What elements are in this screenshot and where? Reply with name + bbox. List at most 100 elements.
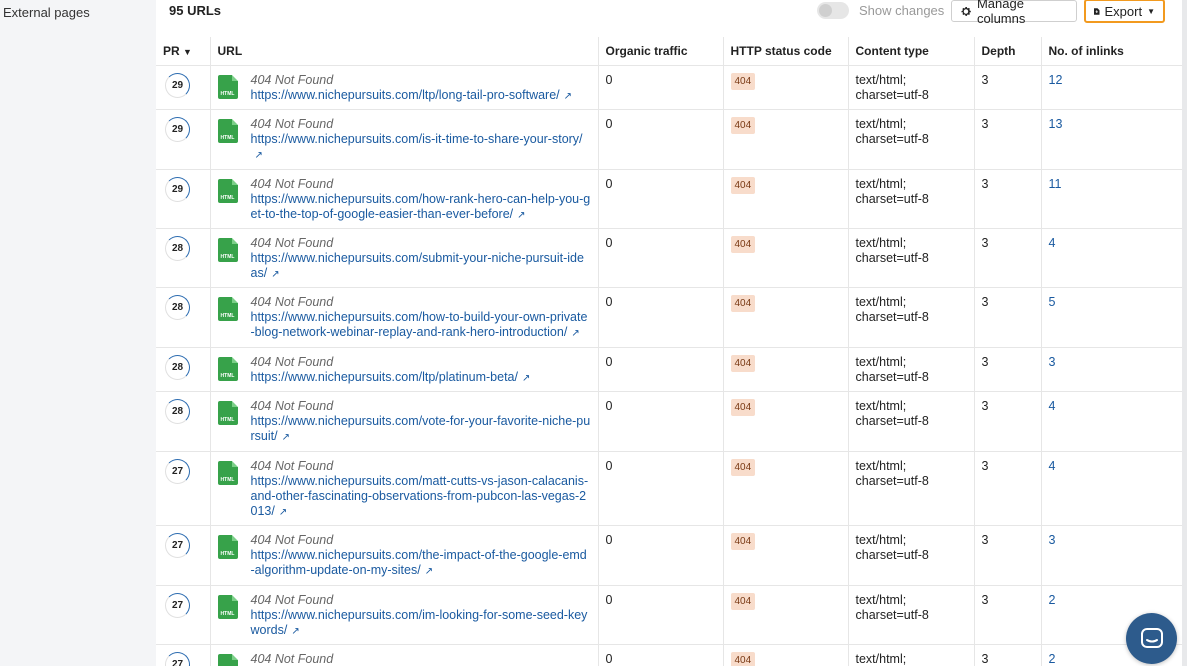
- page-title: 404 Not Found: [250, 458, 334, 473]
- url-link[interactable]: https://www.nichepursuits.com/submit-you…: [251, 251, 584, 280]
- content-type-cell: text/html; charset=utf-8: [848, 585, 975, 645]
- column-header-inlinks[interactable]: No. of inlinks: [1041, 37, 1182, 66]
- page-title: 404 Not Found: [250, 116, 334, 131]
- status-cell: 404: [723, 525, 849, 586]
- content-type-cell: text/html;: [848, 644, 975, 666]
- external-link-icon[interactable]: ↗: [517, 210, 525, 221]
- sidebar-item-external-pages[interactable]: External pages: [3, 5, 90, 20]
- url-cell: HTML 404 Not Found https://www.nichepursui…: [210, 109, 599, 170]
- status-badge: 404: [730, 458, 756, 476]
- html-file-icon: HTML: [217, 118, 238, 143]
- page-title: 404 Not Found: [250, 354, 334, 369]
- url-cell: HTML 404 Not Found https://www.nichepursui…: [210, 585, 599, 645]
- page-title: 404 Not Found: [250, 294, 334, 309]
- pr-badge: 27: [165, 651, 190, 666]
- inlinks-link[interactable]: 13: [1049, 117, 1063, 131]
- external-link-icon[interactable]: ↗: [522, 373, 530, 384]
- pr-badge: 29: [165, 116, 190, 142]
- inlinks-cell: 13: [1041, 109, 1182, 170]
- inlinks-link[interactable]: 2: [1049, 652, 1056, 666]
- content-type-cell: text/html; charset=utf-8: [848, 391, 975, 452]
- url-link[interactable]: https://www.nichepursuits.com/ltp/long-t…: [251, 88, 560, 102]
- status-badge: 404: [730, 592, 756, 610]
- table-header-row: PR ▼ URL Organic traffic HTTP status cod…: [156, 37, 1182, 66]
- content-type-cell: text/html; charset=utf-8: [848, 287, 975, 348]
- table-row: 28 HTML 404 Not Found https://www.nichepurs…: [156, 287, 1182, 348]
- url-link[interactable]: https://www.nichepursuits.com/how-rank-h…: [251, 192, 591, 221]
- table-row: 27 HTML 404 Not Found 0 404 text/html;32: [156, 644, 1182, 666]
- content-type-cell: text/html; charset=utf-8: [848, 228, 975, 288]
- pr-cell: 29: [156, 109, 211, 170]
- url-link[interactable]: https://www.nichepursuits.com/vote-for-y…: [251, 414, 591, 443]
- external-link-icon[interactable]: ↗: [571, 328, 579, 339]
- inlinks-link[interactable]: 3: [1049, 355, 1056, 369]
- chat-icon: [1140, 627, 1163, 648]
- scrollbar[interactable]: [1182, 0, 1187, 666]
- depth-cell: 3: [974, 169, 1042, 229]
- column-header-organic-traffic[interactable]: Organic traffic: [598, 37, 724, 66]
- column-header-depth[interactable]: Depth: [974, 37, 1042, 66]
- manage-columns-button[interactable]: Manage columns: [951, 0, 1077, 26]
- show-changes-label: Show changes: [859, 3, 945, 18]
- chat-widget-button[interactable]: [1126, 613, 1177, 664]
- inlinks-link[interactable]: 4: [1049, 236, 1056, 250]
- column-header-url[interactable]: URL: [210, 37, 599, 66]
- pr-cell: 27: [156, 451, 211, 526]
- depth-cell: 3: [974, 585, 1042, 645]
- inlinks-link[interactable]: 12: [1049, 73, 1063, 87]
- external-link-icon[interactable]: ↗: [279, 507, 287, 518]
- html-file-icon: HTML: [217, 237, 238, 262]
- external-link-icon[interactable]: ↗: [425, 566, 433, 577]
- html-file-icon: HTML: [217, 653, 238, 666]
- page-title: 404 Not Found: [250, 651, 334, 666]
- pr-cell: 27: [156, 525, 211, 586]
- url-link[interactable]: https://www.nichepursuits.com/the-impact…: [251, 548, 587, 577]
- external-link-icon[interactable]: ↗: [291, 626, 299, 637]
- url-cell: HTML 404 Not Found https://www.nichepursui…: [210, 347, 599, 392]
- pr-badge: 28: [165, 398, 190, 424]
- status-badge: 404: [730, 176, 756, 194]
- toggle-knob: [819, 4, 832, 17]
- show-changes-toggle[interactable]: [817, 2, 849, 19]
- depth-cell: 3: [974, 391, 1042, 452]
- url-link[interactable]: https://www.nichepursuits.com/how-to-bui…: [251, 310, 588, 339]
- page-title: 404 Not Found: [250, 592, 334, 607]
- column-header-http-status[interactable]: HTTP status code: [723, 37, 849, 66]
- status-cell: 404: [723, 644, 849, 666]
- page-title: 404 Not Found: [250, 176, 334, 191]
- content-type-cell: text/html; charset=utf-8: [848, 525, 975, 586]
- url-cell: HTML 404 Not Found https://www.nichepursui…: [210, 287, 599, 348]
- depth-cell: 3: [974, 109, 1042, 170]
- inlinks-cell: 4: [1041, 391, 1182, 452]
- inlinks-link[interactable]: 3: [1049, 533, 1056, 547]
- inlinks-link[interactable]: 2: [1049, 593, 1056, 607]
- column-header-content-type[interactable]: Content type: [848, 37, 975, 66]
- organic-traffic-cell: 0: [598, 644, 724, 666]
- url-link[interactable]: https://www.nichepursuits.com/is-it-time…: [251, 132, 583, 146]
- external-link-icon[interactable]: ↗: [255, 150, 263, 161]
- manage-columns-label: Manage columns: [976, 0, 1026, 26]
- inlinks-link[interactable]: 4: [1049, 399, 1056, 413]
- column-header-pr[interactable]: PR ▼: [156, 37, 211, 66]
- html-file-icon: HTML: [217, 400, 238, 425]
- url-cell: HTML 404 Not Found https://www.nichepursui…: [210, 525, 599, 586]
- url-link[interactable]: https://www.nichepursuits.com/im-looking…: [251, 608, 588, 637]
- external-link-icon[interactable]: ↗: [564, 91, 572, 102]
- organic-traffic-cell: 0: [598, 451, 724, 526]
- export-button[interactable]: Export ▼: [1084, 0, 1165, 23]
- table-row: 27 HTML 404 Not Found https://www.nichepurs…: [156, 585, 1182, 645]
- table-row: 28 HTML 404 Not Found https://www.nichepurs…: [156, 228, 1182, 288]
- url-link[interactable]: https://www.nichepursuits.com/ltp/platin…: [251, 370, 518, 384]
- table-row: 27 HTML 404 Not Found https://www.nichepurs…: [156, 451, 1182, 526]
- external-link-icon[interactable]: ↗: [282, 432, 290, 443]
- url-link[interactable]: https://www.nichepursuits.com/matt-cutts…: [251, 474, 589, 518]
- external-link-icon[interactable]: ↗: [271, 269, 279, 280]
- inlinks-cell: 11: [1041, 169, 1182, 229]
- pr-cell: 27: [156, 644, 211, 666]
- chevron-down-icon: ▼: [1147, 6, 1155, 16]
- status-cell: 404: [723, 109, 849, 170]
- status-cell: 404: [723, 169, 849, 229]
- inlinks-link[interactable]: 5: [1049, 295, 1056, 309]
- inlinks-link[interactable]: 11: [1049, 177, 1062, 191]
- inlinks-link[interactable]: 4: [1049, 459, 1056, 473]
